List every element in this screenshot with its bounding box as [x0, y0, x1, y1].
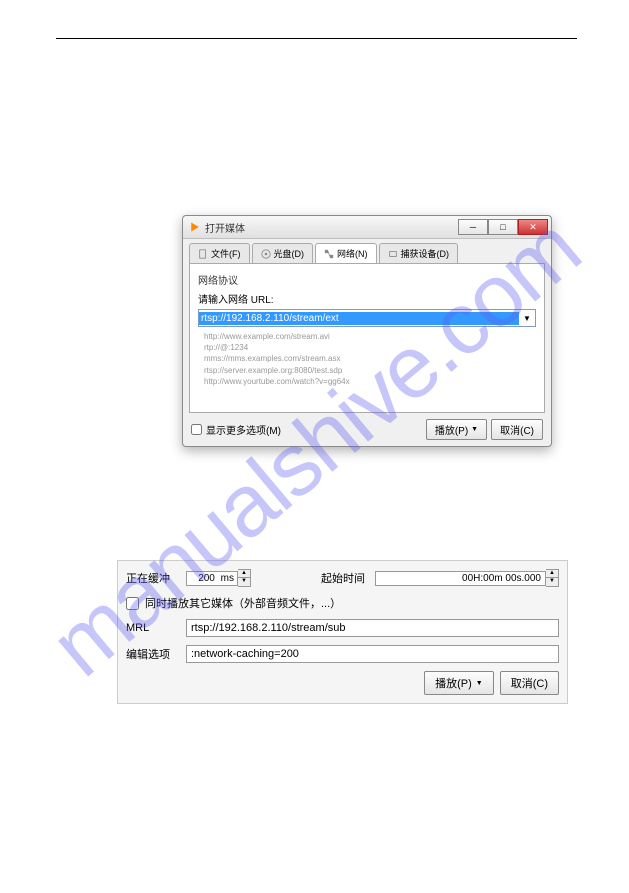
- sync-play-checkbox[interactable]: 同时播放其它媒体（外部音频文件，...）: [126, 595, 559, 611]
- lower-footer: 播放(P) ▼ 取消(C): [126, 671, 559, 695]
- tab-network-label: 网络(N): [337, 247, 368, 260]
- more-options-check[interactable]: [191, 424, 202, 435]
- play-button[interactable]: 播放(P) ▼: [424, 671, 494, 695]
- more-options-label: 显示更多选项(M): [206, 422, 281, 437]
- play-button[interactable]: 播放(P) ▼: [426, 419, 487, 440]
- mrl-field[interactable]: rtsp://192.168.2.110/stream/sub: [186, 619, 559, 637]
- caching-spinbox[interactable]: 200 ms: [186, 571, 238, 586]
- start-time-spinbox[interactable]: 00H:00m 00s.000: [375, 571, 546, 586]
- tab-capture-label: 捕获设备(D): [401, 247, 450, 260]
- dialog-body: 网络协议 请输入网络 URL: rtsp://192.168.2.110/str…: [189, 263, 545, 413]
- window-buttons: ─ □ ✕: [458, 219, 548, 235]
- play-button-label: 播放(P): [435, 675, 472, 691]
- advanced-options-panel: 正在缓冲 200 ms ▲ ▼ 起始时间 00H:00m 00s.000 ▲ ▼…: [117, 560, 568, 704]
- caching-label: 正在缓冲: [126, 570, 186, 586]
- caching-row: 正在缓冲 200 ms ▲ ▼ 起始时间 00H:00m 00s.000 ▲ ▼: [126, 569, 559, 587]
- spin-buttons: ▲ ▼: [238, 569, 251, 587]
- edit-options-row: 编辑选项 :network-caching=200: [126, 645, 559, 663]
- tab-disc-label: 光盘(D): [274, 247, 305, 260]
- capture-icon: [388, 249, 398, 259]
- example-line: http://www.yourtube.com/watch?v=gg64x: [204, 376, 536, 387]
- play-button-label: 播放(P): [435, 422, 468, 437]
- titlebar: 打开媒体 ─ □ ✕: [183, 216, 551, 239]
- cancel-button[interactable]: 取消(C): [500, 671, 559, 695]
- maximize-button[interactable]: □: [488, 219, 518, 235]
- spin-up-icon[interactable]: ▲: [546, 570, 558, 578]
- example-line: mms://mms.examples.com/stream.asx: [204, 353, 536, 364]
- page-top-rule: [56, 38, 577, 39]
- sync-play-check[interactable]: [126, 597, 139, 610]
- tab-file[interactable]: 文件(F): [189, 243, 250, 263]
- edit-options-label: 编辑选项: [126, 646, 186, 662]
- url-label: 请输入网络 URL:: [198, 291, 536, 306]
- chevron-down-icon[interactable]: ▼: [471, 426, 478, 433]
- disc-icon: [261, 249, 271, 259]
- tab-file-label: 文件(F): [211, 247, 241, 260]
- open-media-dialog: 打开媒体 ─ □ ✕ 文件(F) 光盘(D) 网络(N) 捕获设备(D) 网络协…: [182, 215, 552, 447]
- spin-down-icon[interactable]: ▼: [238, 578, 250, 586]
- network-icon: [324, 249, 334, 259]
- more-options-checkbox[interactable]: 显示更多选项(M): [191, 422, 281, 437]
- caching-value: 200: [198, 573, 215, 584]
- dialog-title: 打开媒体: [205, 220, 458, 235]
- example-line: http://www.example.com/stream.avi: [204, 331, 536, 342]
- sync-play-label: 同时播放其它媒体（外部音频文件，...）: [145, 595, 341, 611]
- spin-buttons: ▲ ▼: [546, 569, 559, 587]
- spin-down-icon[interactable]: ▼: [546, 578, 558, 586]
- caching-unit: ms: [221, 573, 234, 584]
- tab-capture[interactable]: 捕获设备(D): [379, 243, 459, 263]
- dialog-footer: 显示更多选项(M) 播放(P) ▼ 取消(C): [183, 413, 551, 446]
- file-icon: [198, 249, 208, 259]
- example-line: rtsp://server.example.org:8080/test.sdp: [204, 365, 536, 376]
- edit-options-field[interactable]: :network-caching=200: [186, 645, 559, 663]
- tab-disc[interactable]: 光盘(D): [252, 243, 314, 263]
- url-input-value[interactable]: rtsp://192.168.2.110/stream/ext: [199, 312, 519, 325]
- tab-network[interactable]: 网络(N): [315, 243, 377, 263]
- network-group-title: 网络协议: [198, 272, 536, 287]
- app-icon: [189, 221, 201, 233]
- minimize-button[interactable]: ─: [458, 219, 488, 235]
- example-line: rtp://@:1234: [204, 342, 536, 353]
- url-combobox[interactable]: rtsp://192.168.2.110/stream/ext ▼: [198, 309, 536, 327]
- start-time-label: 起始时间: [321, 570, 375, 586]
- chevron-down-icon[interactable]: ▼: [476, 680, 483, 687]
- start-time-value: 00H:00m 00s.000: [462, 573, 541, 584]
- cancel-button[interactable]: 取消(C): [491, 419, 543, 440]
- url-examples: http://www.example.com/stream.avi rtp://…: [198, 331, 536, 387]
- chevron-down-icon[interactable]: ▼: [519, 314, 535, 323]
- spin-up-icon[interactable]: ▲: [238, 570, 250, 578]
- footer-buttons: 播放(P) ▼ 取消(C): [426, 419, 543, 440]
- mrl-label: MRL: [126, 622, 186, 634]
- mrl-row: MRL rtsp://192.168.2.110/stream/sub: [126, 619, 559, 637]
- tab-strip: 文件(F) 光盘(D) 网络(N) 捕获设备(D): [183, 239, 551, 263]
- close-button[interactable]: ✕: [518, 219, 548, 235]
